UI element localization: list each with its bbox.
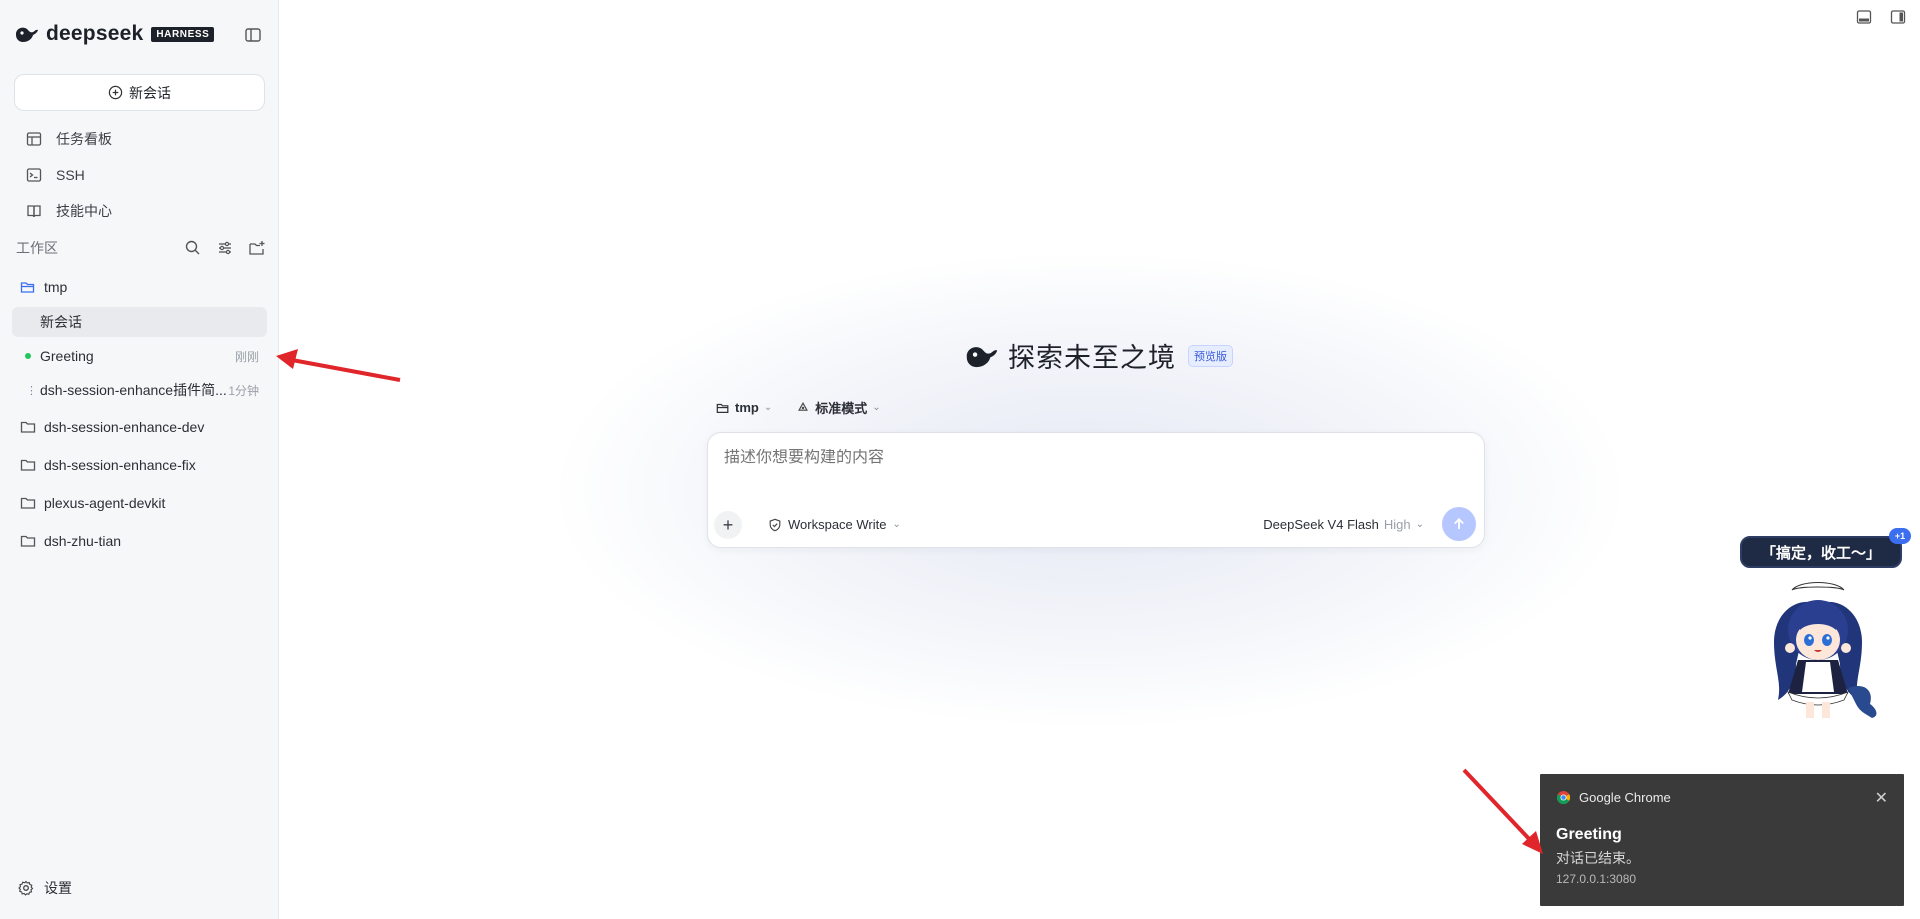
book-icon (27, 205, 41, 218)
folder-open-icon (20, 282, 35, 293)
folder-dsh-session-enhance-dev[interactable]: dsh-session-enhance-dev (20, 416, 204, 438)
workspace-title: 工作区 (16, 240, 58, 256)
folder-name: dsh-zhu-tian (44, 533, 122, 549)
new-folder-icon[interactable] (248, 239, 266, 257)
brand-badge: HARNESS (151, 26, 215, 42)
folder-name: plexus-agent-devkit (44, 495, 166, 511)
attach-button[interactable]: + (714, 511, 742, 539)
panel-right-icon[interactable] (1890, 9, 1906, 25)
folder-selector-label: tmp (735, 400, 759, 415)
folder-dsh-zhu-tian[interactable]: dsh-zhu-tian (20, 530, 121, 552)
hero-title-text: 探索未至之境 (1008, 343, 1176, 374)
loading-dots-icon: ⋮ (26, 384, 37, 397)
plus-circle-icon (108, 85, 123, 100)
chrome-icon (1556, 790, 1571, 805)
gear-icon (18, 880, 34, 896)
sidebar-item-label: SSH (56, 167, 85, 183)
mascot-character-image[interactable] (1752, 572, 1884, 728)
session-time: 1分钟 (228, 383, 259, 398)
chevron-down-icon: ⌄ (872, 402, 881, 413)
session-label: dsh-session-enhance插件简... (40, 382, 227, 398)
session-time: 刚刚 (234, 349, 259, 364)
notification-url: 127.0.0.1:3080 (1556, 872, 1637, 886)
chevron-down-icon: ⌄ (763, 402, 773, 413)
new-chat-label: 新会话 (129, 84, 171, 101)
settings-label: 设置 (44, 880, 72, 896)
sidebar-toggle-icon[interactable] (244, 26, 262, 44)
chevron-down-icon: ⌄ (1415, 519, 1424, 530)
annotation-arrow-to-notification (1462, 768, 1543, 854)
desktop-notification[interactable]: Google Chrome ✕ Greeting 对话已结束。 127.0.0.… (1540, 774, 1904, 906)
send-button[interactable] (1442, 507, 1476, 541)
mode-selector[interactable]: 标准模式 ⌄ (796, 398, 881, 417)
folder-plexus-agent-devkit[interactable]: plexus-agent-devkit (20, 492, 165, 514)
workspace-header: 工作区 (16, 237, 266, 259)
sidebar-item-ssh[interactable]: SSH (26, 163, 85, 187)
folder-dsh-session-enhance-fix[interactable]: dsh-session-enhance-fix (20, 454, 196, 476)
folder-icon (20, 421, 36, 433)
sidebar-item-label: 技能中心 (56, 203, 112, 219)
model-selector[interactable]: DeepSeek V4 Flash High ⌄ (1263, 517, 1424, 532)
permission-label: Workspace Write (788, 517, 887, 532)
folder-icon (20, 459, 36, 471)
filter-sliders-icon[interactable] (216, 239, 234, 257)
whale-logo-icon (16, 27, 38, 42)
notification-title: Greeting (1556, 826, 1622, 843)
settings-button[interactable]: 设置 (18, 878, 72, 898)
folder-name: dsh-session-enhance-dev (44, 419, 205, 435)
window-layout-controls (1856, 9, 1906, 25)
session-item-new[interactable]: 新会话 (12, 307, 267, 337)
composer-context-row: tmp ⌄ 标准模式 ⌄ (716, 398, 881, 417)
folder-icon (20, 535, 36, 547)
permission-selector[interactable]: Workspace Write ⌄ (768, 517, 901, 532)
folder-name: tmp (44, 279, 68, 295)
mascot-count-badge: +1 (1889, 528, 1911, 544)
mode-selector-label: 标准模式 (815, 401, 868, 416)
hero-title: 探索未至之境 预览版 (964, 336, 1233, 375)
model-level: High (1383, 517, 1411, 532)
chevron-down-icon: ⌄ (892, 519, 901, 530)
kanban-icon (26, 132, 42, 146)
sidebar: deepseek HARNESS 新会话 任务看板 SSH 技能中心 工作区 t… (0, 0, 279, 919)
preview-badge: 预览版 (1188, 344, 1233, 367)
composer: + Workspace Write ⌄ DeepSeek V4 Flash Hi… (707, 432, 1485, 548)
status-dot (25, 353, 31, 359)
session-item-greeting[interactable]: Greeting 刚刚 (12, 341, 267, 371)
recycle-icon (798, 401, 809, 411)
terminal-icon (26, 168, 42, 182)
folder-tmp[interactable]: tmp (20, 276, 67, 298)
brand[interactable]: deepseek HARNESS (14, 22, 215, 46)
notification-app: Google Chrome (1556, 790, 1671, 805)
close-icon[interactable]: ✕ (1875, 788, 1888, 808)
mascot-speech-bubble[interactable]: 「搞定，收工～」 (1740, 536, 1902, 568)
annotation-arrow-to-greeting (276, 349, 401, 382)
shield-icon (769, 518, 781, 531)
session-label: Greeting (40, 348, 94, 364)
panel-bottom-icon[interactable] (1856, 9, 1872, 25)
brand-name: deepseek (46, 22, 144, 45)
sidebar-item-skills[interactable]: 技能中心 (26, 199, 112, 223)
plus-icon: + (722, 514, 734, 535)
sidebar-item-label: 任务看板 (56, 131, 112, 147)
session-label: 新会话 (40, 314, 82, 330)
new-chat-button[interactable]: 新会话 (14, 74, 265, 111)
whale-logo-icon (966, 346, 998, 367)
folder-open-icon (716, 403, 729, 413)
search-icon[interactable] (184, 239, 202, 257)
sidebar-item-task-board[interactable]: 任务看板 (26, 127, 112, 151)
session-item-dsh-plugin[interactable]: ⋮ dsh-session-enhance插件简... 1分钟 (12, 375, 267, 405)
folder-icon (20, 497, 36, 509)
notification-body: 对话已结束。 (1556, 850, 1640, 866)
folder-name: dsh-session-enhance-fix (44, 457, 196, 473)
folder-selector[interactable]: tmp ⌄ (716, 398, 772, 417)
model-name: DeepSeek V4 Flash (1263, 517, 1379, 532)
prompt-input[interactable] (724, 449, 1424, 467)
notification-app-name: Google Chrome (1579, 790, 1671, 805)
arrow-up-icon (1454, 518, 1464, 529)
